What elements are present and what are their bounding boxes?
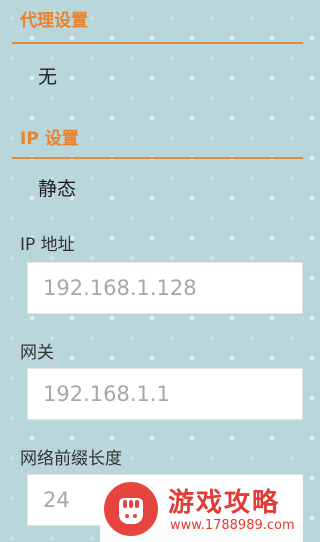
watermark-title: 游戏攻略 [168,488,281,518]
ip-address-placeholder: 192.168.1.128 [43,276,197,300]
watermark-url: www.1788989.com [170,518,295,533]
proxy-settings-header: 代理设置 [0,0,303,46]
prefix-length-placeholder: 24 [43,488,70,512]
proxy-selector[interactable]: 无 [0,46,303,106]
proxy-settings-title: 代理设置 [20,11,88,31]
ip-settings-title: IP 设置 [20,129,79,149]
gateway-label: 网关 [20,343,54,363]
gateway-input[interactable]: 192.168.1.1 [27,368,303,420]
prefix-length-label: 网络前缀长度 [20,449,122,469]
proxy-settings-divider [12,42,303,44]
ip-settings-selector[interactable]: 静态 [0,160,303,216]
ip-settings-header: IP 设置 [0,118,303,162]
ip-address-input[interactable]: 192.168.1.128 [27,262,303,314]
ip-settings-divider [12,157,303,159]
watermark: 游戏攻略 www.1788989.com [100,476,303,542]
gateway-placeholder: 192.168.1.1 [43,382,170,406]
ip-address-label: IP 地址 [20,235,75,255]
gamepad-fist-icon [104,482,158,536]
ip-settings-value: 静态 [38,178,77,200]
proxy-value: 无 [38,66,58,88]
